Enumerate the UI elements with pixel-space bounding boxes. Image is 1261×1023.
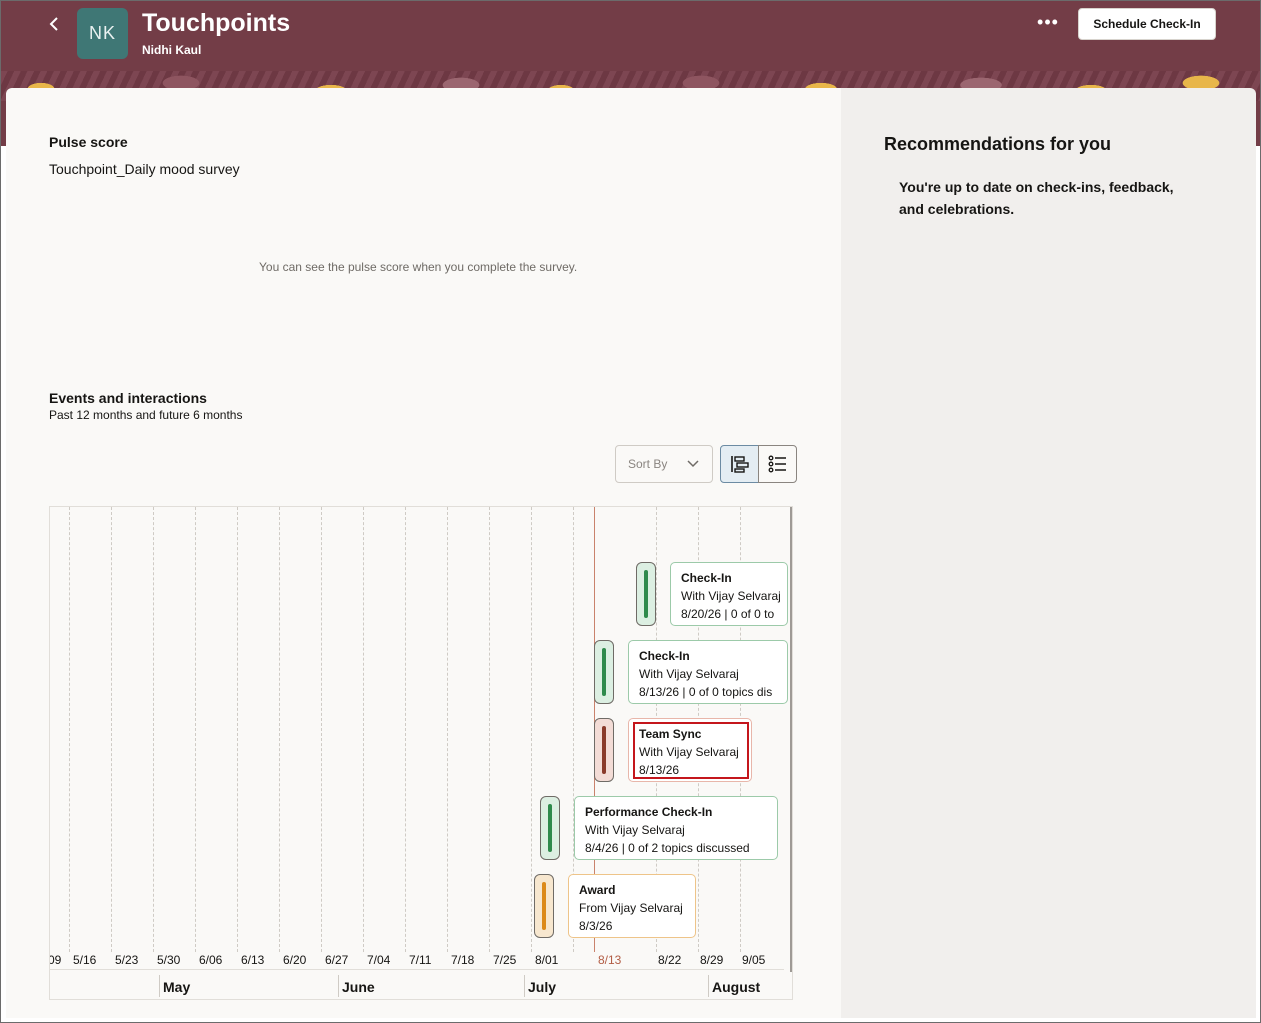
tick-label: 8/22	[658, 953, 682, 967]
event-person: With Vijay Selvaraj	[681, 589, 781, 603]
gridline	[153, 507, 154, 952]
events-subtitle: Past 12 months and future 6 months	[49, 408, 243, 422]
pulse-score-message: You can see the pulse score when you com…	[259, 260, 578, 274]
sort-by-select[interactable]: Sort By	[615, 445, 713, 483]
recommendations-title: Recommendations for you	[884, 134, 1112, 154]
tick-label: 9/05	[742, 953, 766, 967]
event-person: With Vijay Selvaraj	[639, 667, 739, 681]
month-tick	[159, 975, 160, 997]
recommendations-message: You're up to date on check-ins, feedback…	[899, 179, 1174, 217]
tick-label: 6/27	[325, 953, 349, 967]
event-marker[interactable]	[540, 796, 560, 860]
avatar: NK	[77, 8, 128, 59]
selection-highlight	[633, 722, 749, 779]
event-detail: 8/13/26 | 0 of 0 topics dis	[639, 685, 773, 699]
tick-label: 7/11	[409, 953, 432, 967]
gridline	[69, 507, 70, 952]
gridline	[237, 507, 238, 952]
chevron-left-icon	[49, 17, 58, 31]
event-person: From Vijay Selvaraj	[579, 901, 683, 915]
tick-label: 5/16	[73, 953, 97, 967]
main-panel: Pulse score Touchpoint_Daily mood survey…	[6, 88, 841, 1018]
tick-label: 8/01	[535, 953, 559, 967]
person-name: Nidhi Kaul	[142, 43, 202, 57]
gridline	[111, 507, 112, 952]
event-card[interactable]: Performance Check-In With Vijay Selvaraj…	[574, 796, 778, 860]
event-card[interactable]: Award From Vijay Selvaraj 8/3/26	[568, 874, 696, 938]
events-title: Events and interactions	[49, 390, 207, 406]
axis-divider	[50, 969, 784, 970]
event-marker[interactable]	[534, 874, 554, 938]
gridline	[531, 507, 532, 952]
event-card[interactable]: Check-In With Vijay Selvaraj 8/20/26 | 0…	[670, 562, 788, 626]
gridline	[489, 507, 490, 952]
tick-label: 6/06	[199, 953, 223, 967]
timeline-view-button[interactable]	[720, 445, 759, 483]
gridline	[405, 507, 406, 952]
event-marker[interactable]	[594, 718, 614, 782]
month-tick	[708, 975, 709, 997]
tick-label: 6/20	[283, 953, 307, 967]
event-marker[interactable]	[636, 562, 656, 626]
schedule-check-in-button[interactable]: Schedule Check-In	[1078, 8, 1216, 40]
month-tick	[524, 975, 525, 997]
tick-label: 8/29	[700, 953, 724, 967]
tick-label: 09	[49, 953, 62, 967]
month-label: May	[163, 979, 191, 995]
back-button[interactable]	[43, 11, 67, 37]
gridline	[447, 507, 448, 952]
more-actions-button[interactable]: •••	[1034, 13, 1062, 35]
event-card[interactable]: Check-In With Vijay Selvaraj 8/13/26 | 0…	[628, 640, 788, 704]
gridline	[363, 507, 364, 952]
event-type: Award	[579, 883, 616, 897]
gridline	[195, 507, 196, 952]
gridline	[279, 507, 280, 952]
recommendations-panel: Recommendations for you You're up to dat…	[841, 88, 1256, 1018]
survey-name: Touchpoint_Daily mood survey	[49, 161, 240, 177]
tick-label: 5/30	[157, 953, 181, 967]
tick-label: 6/13	[241, 953, 265, 967]
event-detail: 8/3/26	[579, 919, 613, 933]
event-detail: 8/4/26 | 0 of 2 topics discussed	[585, 841, 750, 855]
month-label: July	[528, 979, 557, 995]
timeline-edge	[790, 507, 792, 972]
events-timeline[interactable]: Check-In With Vijay Selvaraj 8/20/26 | 0…	[49, 506, 793, 1000]
event-type: Check-In	[681, 571, 732, 585]
sort-by-label: Sort By	[628, 457, 668, 471]
chevron-down-icon	[686, 446, 700, 496]
today-tick-label: 8/13	[598, 953, 622, 967]
month-label: August	[712, 979, 761, 995]
tick-label: 7/04	[367, 953, 391, 967]
event-type: Performance Check-In	[585, 805, 713, 819]
tick-label: 7/25	[493, 953, 517, 967]
event-detail: 8/20/26 | 0 of 0 to	[681, 607, 775, 621]
page-title: Touchpoints	[142, 9, 291, 37]
pulse-score-title: Pulse score	[49, 134, 128, 150]
list-view-button[interactable]	[758, 445, 797, 483]
tick-label: 5/23	[115, 953, 139, 967]
timeline-view-icon	[731, 456, 749, 473]
month-tick	[338, 975, 339, 997]
list-view-icon	[768, 455, 786, 473]
event-person: With Vijay Selvaraj	[585, 823, 685, 837]
event-marker[interactable]	[594, 640, 614, 704]
month-label: June	[342, 979, 375, 995]
tick-label: 7/18	[451, 953, 475, 967]
event-type: Check-In	[639, 649, 690, 663]
gridline	[321, 507, 322, 952]
